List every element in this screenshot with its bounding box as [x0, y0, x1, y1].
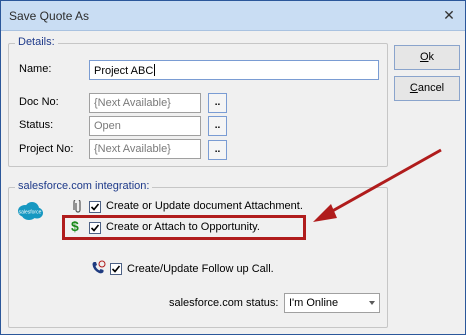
paperclip-icon	[73, 200, 81, 213]
svg-text:salesforce: salesforce	[19, 210, 42, 216]
annotation-arrow	[313, 148, 442, 222]
sf-status-value: I'm Online	[289, 297, 339, 309]
projectno-field[interactable]: {Next Available}	[89, 139, 201, 159]
highlight-box	[62, 215, 306, 240]
salesforce-logo: salesforce	[18, 202, 43, 220]
chevron-down-icon	[369, 301, 375, 305]
followup-option-label: Create/Update Follow up Call.	[127, 263, 274, 275]
window-title: Save Quote As	[9, 9, 90, 23]
attach-checkbox[interactable]	[89, 201, 101, 213]
phone-icon	[92, 260, 106, 274]
name-field[interactable]: Project ABC	[89, 60, 379, 80]
docno-field[interactable]: {Next Available}	[89, 93, 201, 113]
docno-label: Doc No:	[19, 96, 59, 108]
projectno-label: Project No:	[19, 143, 74, 155]
status-browse-button[interactable]: ..	[208, 116, 227, 136]
cancel-button[interactable]: Cancel	[394, 76, 460, 101]
status-field[interactable]: Open	[89, 116, 201, 136]
name-value: Project ABC	[94, 65, 154, 77]
save-quote-dialog: Save Quote As ✕ Details: Name: Project A…	[0, 0, 466, 335]
sf-status-label: salesforce.com status:	[169, 297, 279, 309]
docno-browse-button[interactable]: ..	[208, 93, 227, 113]
ok-button[interactable]: Ok	[394, 45, 460, 70]
followup-checkbox[interactable]	[110, 263, 122, 275]
name-label: Name:	[19, 63, 52, 75]
text-caret	[154, 64, 156, 76]
title-bar: Save Quote As ✕	[1, 1, 465, 31]
status-label: Status:	[19, 119, 54, 131]
sf-status-select[interactable]: I'm Online	[284, 293, 380, 313]
attach-option-label: Create or Update document Attachment.	[106, 200, 303, 212]
integration-legend: salesforce.com integration:	[15, 180, 153, 192]
details-legend: Details:	[15, 36, 58, 48]
close-icon[interactable]: ✕	[441, 7, 457, 23]
projectno-browse-button[interactable]: ..	[208, 140, 227, 160]
